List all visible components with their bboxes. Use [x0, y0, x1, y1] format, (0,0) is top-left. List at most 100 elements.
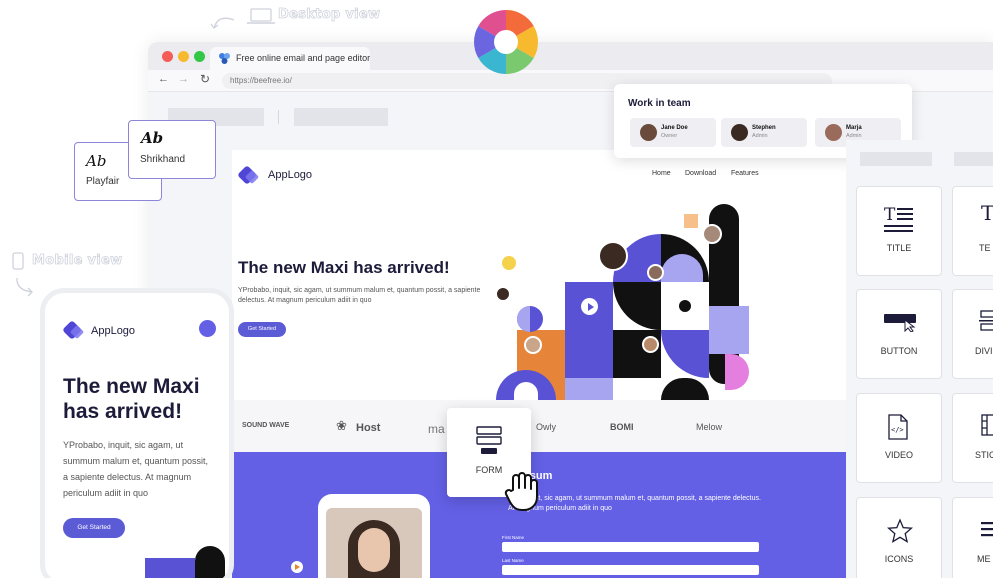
nav-link-home[interactable]: Home: [652, 170, 671, 177]
avatar: [702, 224, 722, 244]
form-block-icon: [476, 426, 502, 454]
block-label: BUTTON: [880, 346, 918, 356]
last-name-input[interactable]: [502, 565, 759, 575]
back-arrow-icon[interactable]: ←: [158, 73, 169, 85]
block-button[interactable]: BUTTON: [856, 289, 942, 379]
block-label: ICONS: [884, 554, 914, 564]
last-name-label: Last Name: [502, 558, 524, 563]
portrait-face: [358, 528, 390, 572]
font-sample: Ab: [141, 129, 164, 147]
block-label: STIC: [975, 450, 993, 460]
avatar: [642, 336, 659, 353]
hero-illustration: [495, 194, 788, 400]
mobile-view-label: Mobile view: [32, 253, 123, 269]
mobile-hero-title: The new Maxi has arrived!: [63, 375, 200, 423]
octopus-icon: ❀: [336, 418, 347, 433]
menu-block-icon: [981, 522, 993, 537]
title-block-icon: T: [884, 205, 913, 232]
mobile-get-started-button[interactable]: Get Started: [63, 518, 125, 538]
block-divider[interactable]: DIVI: [952, 289, 993, 379]
toolbar-placeholder[interactable]: [294, 108, 388, 126]
block-label: TE: [979, 243, 991, 253]
hero-title: The new Maxi has arrived!: [238, 258, 450, 277]
block-icons[interactable]: ICONS: [856, 497, 942, 578]
avatar: [647, 264, 664, 281]
avatar: [825, 124, 842, 141]
content-blocks-panel: T TITLE T TE BUTTON DIVI </> VIDEO STIC …: [846, 140, 993, 578]
team-member[interactable]: Stephen Admin: [721, 118, 807, 147]
svg-text:T: T: [884, 205, 896, 225]
block-label: ME: [977, 554, 991, 564]
team-title: Work in team: [628, 98, 691, 109]
browser-titlebar: Free online email and page editor: [148, 42, 993, 70]
mobile-illustration: [145, 558, 195, 578]
team-member[interactable]: Jane Doe Owner: [630, 118, 716, 147]
block-menu[interactable]: ME: [952, 497, 993, 578]
curved-arrow-icon: [210, 17, 235, 29]
bee-logo-icon: [219, 53, 230, 64]
forward-arrow-icon[interactable]: →: [178, 73, 189, 85]
hero-text: YProbabo, inquit, sic agam, ut summum ma…: [238, 287, 481, 304]
block-label: DIVI: [975, 346, 993, 356]
brand-owly: Owly: [536, 422, 556, 432]
first-name-input[interactable]: [502, 542, 759, 552]
brand-bomi: BOMI: [610, 422, 634, 432]
phone-mockup: [318, 494, 430, 578]
avatar: [524, 336, 542, 354]
member-role: Admin: [846, 133, 862, 139]
menu-dot-button[interactable]: [199, 320, 216, 337]
block-text[interactable]: T TE: [952, 186, 993, 276]
avatar: [495, 286, 511, 302]
svg-text:</>: </>: [891, 426, 904, 434]
close-window-button[interactable]: [162, 51, 173, 62]
font-sample: Ab: [86, 152, 107, 170]
member-name: Jane Doe: [661, 125, 688, 131]
laptop-icon: [247, 8, 275, 24]
divider-block-icon: [979, 310, 993, 331]
editor-canvas[interactable]: AppLogo Home Download Features The new M…: [232, 150, 846, 578]
block-video[interactable]: </> VIDEO: [856, 393, 942, 483]
panel-tab-placeholder[interactable]: [860, 152, 932, 166]
logo-text: AppLogo: [268, 169, 313, 181]
avatar: [598, 241, 628, 271]
toolbar-divider: [278, 110, 279, 124]
brand-host: Host: [356, 422, 381, 434]
mobile-logo-text: AppLogo: [91, 325, 136, 337]
first-name-label: First Name: [502, 535, 525, 540]
sticker-block-icon: [981, 414, 993, 436]
color-wheel-icon[interactable]: [472, 8, 540, 76]
avatar: [640, 124, 657, 141]
panel-tab-placeholder[interactable]: [954, 152, 993, 166]
font-name: Playfair: [86, 176, 120, 187]
curved-arrow-icon: [16, 277, 33, 297]
star-icon: [887, 518, 913, 543]
block-sticker[interactable]: STIC: [952, 393, 993, 483]
mobile-illustration: [195, 546, 225, 578]
member-role: Admin: [752, 133, 768, 139]
brand-sound-wave: SOUND WAVE: [242, 422, 290, 429]
desktop-view-label: Desktop view: [278, 7, 381, 23]
tab-title: Free online email and page editor: [236, 53, 371, 63]
font-card-shrikhand[interactable]: Ab Shrikhand: [128, 120, 216, 179]
nav-link-download[interactable]: Download: [685, 170, 716, 177]
brand-ma: ma: [428, 422, 445, 436]
member-name: Stephen: [752, 125, 776, 131]
member-role: Owner: [661, 133, 678, 139]
phone-icon: [12, 252, 24, 270]
grab-hand-cursor-icon: [504, 472, 538, 511]
video-block-icon: </>: [888, 414, 908, 440]
button-block-icon: [884, 314, 916, 332]
block-title[interactable]: T TITLE: [856, 186, 942, 276]
minimize-window-button[interactable]: [178, 51, 189, 62]
maximize-window-button[interactable]: [194, 51, 205, 62]
text-block-icon: T: [981, 201, 993, 225]
nav-link-features[interactable]: Features: [731, 170, 759, 177]
browser-tab[interactable]: Free online email and page editor: [210, 47, 370, 70]
mobile-preview: AppLogo The new Maxi has arrived! YProba…: [40, 288, 234, 578]
get-started-button[interactable]: Get Started: [238, 322, 286, 337]
block-label: VIDEO: [884, 450, 913, 460]
avatar: [731, 124, 748, 141]
reload-icon[interactable]: ↻: [200, 72, 210, 86]
brand-melow: Melow: [696, 422, 723, 432]
block-label: TITLE: [886, 243, 912, 253]
